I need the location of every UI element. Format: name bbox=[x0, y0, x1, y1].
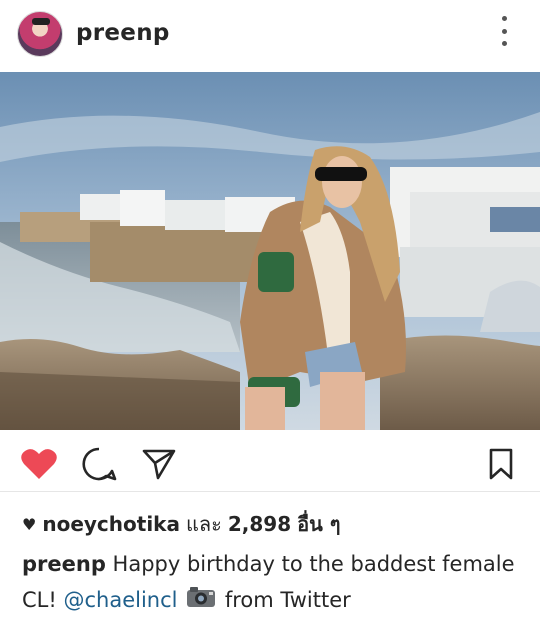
heart-icon[interactable] bbox=[19, 444, 59, 484]
post-username[interactable]: preenp bbox=[76, 20, 170, 46]
bookmark-icon[interactable] bbox=[481, 444, 521, 484]
liker-username[interactable]: noeychotika bbox=[42, 512, 180, 536]
caption-mention[interactable]: @chaelincl bbox=[63, 588, 177, 612]
caption-source: from Twitter bbox=[224, 588, 351, 612]
post-photo[interactable] bbox=[0, 72, 540, 430]
likes-connector: และ bbox=[185, 512, 222, 536]
camera-emoji-icon bbox=[186, 583, 216, 619]
likes-summary[interactable]: ♥ noeychotika และ 2,898 อื่น ๆ bbox=[22, 508, 341, 540]
more-options-icon[interactable] bbox=[494, 16, 514, 46]
likes-suffix[interactable]: อื่น ๆ bbox=[297, 508, 340, 540]
post-actions-bar bbox=[0, 430, 540, 492]
share-icon[interactable] bbox=[139, 444, 179, 484]
post-header: preenp bbox=[0, 0, 540, 72]
user-avatar[interactable] bbox=[17, 11, 63, 57]
small-heart-icon: ♥ bbox=[22, 514, 37, 534]
post-caption: preenp Happy birthday to the baddest fem… bbox=[22, 546, 522, 619]
likes-count[interactable]: 2,898 bbox=[228, 512, 291, 536]
caption-username[interactable]: preenp bbox=[22, 552, 106, 576]
comment-icon[interactable] bbox=[79, 444, 119, 484]
